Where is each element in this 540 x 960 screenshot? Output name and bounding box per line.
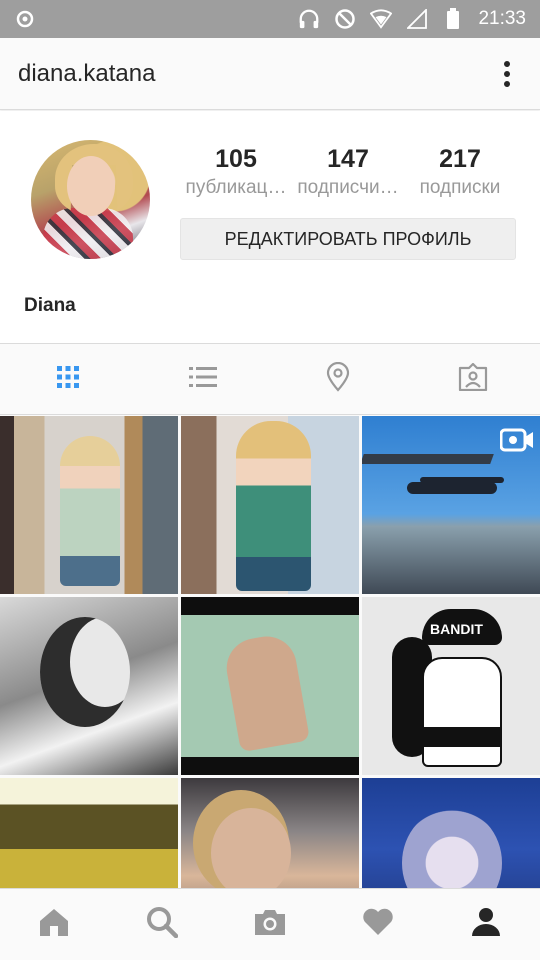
signal-icon <box>406 8 428 30</box>
nav-search[interactable] <box>108 889 216 960</box>
tab-grid[interactable] <box>0 344 135 414</box>
posts-count: 105 <box>215 145 257 173</box>
post-thumbnail[interactable] <box>362 416 540 594</box>
following-count: 217 <box>439 145 481 173</box>
post-thumbnail[interactable] <box>0 416 178 594</box>
edit-profile-button[interactable]: РЕДАКТИРОВАТЬ ПРОФИЛЬ <box>180 218 516 260</box>
post-thumbnail[interactable]: BANDIT <box>362 597 540 775</box>
nav-camera[interactable] <box>216 889 324 960</box>
notification-icon <box>14 8 36 30</box>
profile-view-tabs <box>0 343 540 415</box>
clock: 21:33 <box>478 8 526 29</box>
tab-list[interactable] <box>135 344 270 414</box>
posts-label: публикац… <box>185 177 287 198</box>
post-thumbnail[interactable] <box>181 597 359 775</box>
status-bar: 21:33 <box>0 0 540 38</box>
display-name: Diana <box>24 295 76 316</box>
tagged-photos-icon <box>458 362 488 396</box>
post-thumbnail[interactable] <box>0 597 178 775</box>
profile-stats: 105 публикац… 147 подписчи… 217 подписки <box>180 143 516 199</box>
avatar[interactable] <box>31 140 150 259</box>
post-thumbnail[interactable] <box>0 778 178 888</box>
heart-icon <box>362 908 394 941</box>
stat-followers[interactable]: 147 подписчи… <box>292 143 404 199</box>
top-app-bar: diana.katana <box>0 38 540 110</box>
do-not-disturb-icon <box>334 8 356 30</box>
followers-count: 147 <box>327 145 369 173</box>
headphones-icon <box>298 8 320 30</box>
home-icon <box>38 907 70 942</box>
tab-tagged[interactable] <box>405 344 540 414</box>
nav-profile[interactable] <box>432 889 540 960</box>
grid-icon <box>56 365 80 394</box>
profile-icon <box>470 907 502 942</box>
posts-grid: BANDIT <box>0 416 540 888</box>
post-thumbnail[interactable] <box>362 778 540 888</box>
profile-section: 105 публикац… 147 подписчи… 217 подписки… <box>0 111 540 343</box>
tab-location[interactable] <box>270 344 405 414</box>
list-icon <box>188 365 218 394</box>
search-icon <box>146 906 179 943</box>
wifi-icon <box>370 8 393 30</box>
post-thumbnail[interactable] <box>181 416 359 594</box>
more-vertical-icon[interactable] <box>492 54 522 94</box>
battery-icon <box>442 8 464 30</box>
bottom-navigation <box>0 888 540 960</box>
camera-icon <box>253 908 287 941</box>
following-label: подписки <box>419 177 501 198</box>
profile-username: diana.katana <box>18 59 156 87</box>
location-pin-icon <box>326 361 350 397</box>
video-camera-icon <box>499 428 534 457</box>
nav-activity[interactable] <box>324 889 432 960</box>
nav-home[interactable] <box>0 889 108 960</box>
stat-posts: 105 публикац… <box>180 143 292 199</box>
post-thumbnail[interactable] <box>181 778 359 888</box>
followers-label: подписчи… <box>297 177 399 198</box>
stat-following[interactable]: 217 подписки <box>404 143 516 199</box>
post-text: BANDIT <box>430 621 483 637</box>
